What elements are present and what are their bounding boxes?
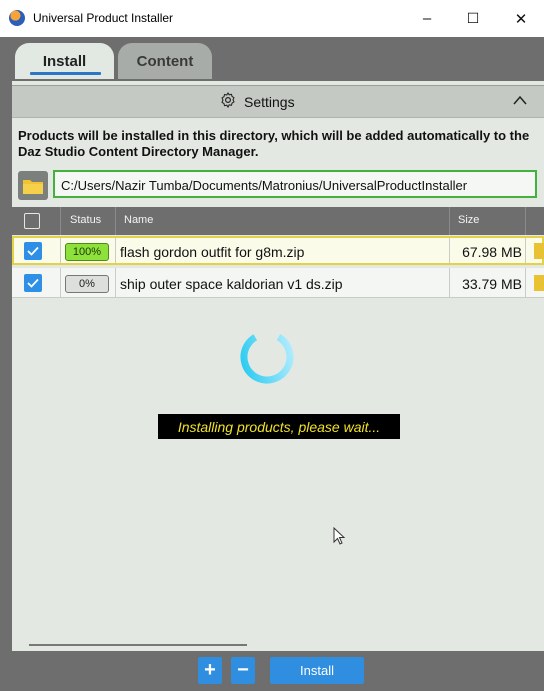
tab-content[interactable]: Content [118, 43, 212, 79]
row-checkbox[interactable] [24, 274, 42, 292]
column-header-size[interactable]: Size [458, 214, 479, 226]
mouse-cursor-icon [333, 527, 346, 545]
column-divider [525, 207, 526, 235]
install-path-field[interactable]: C:/Users/Nazir Tumba/Documents/Matronius… [53, 170, 537, 198]
row-filesize: 67.98 MB [462, 244, 522, 260]
add-product-button[interactable]: + [198, 657, 222, 684]
loading-spinner-icon [240, 330, 294, 384]
active-tab-indicator [30, 72, 101, 75]
settings-label: Settings [244, 94, 295, 110]
cell-divider [449, 238, 450, 263]
row-filename: flash gordon outfit for g8m.zip [120, 244, 305, 260]
row-checkbox[interactable] [24, 242, 42, 260]
remove-product-button[interactable]: − [231, 657, 255, 684]
cell-divider [60, 238, 61, 263]
folder-icon[interactable] [534, 275, 544, 291]
browse-folder-button[interactable] [18, 171, 48, 200]
checkmark-icon [27, 246, 39, 256]
folder-icon [23, 179, 43, 194]
column-header-status[interactable]: Status [70, 214, 101, 226]
cell-divider [525, 268, 526, 297]
gear-icon [221, 92, 235, 108]
cell-divider [525, 238, 526, 263]
cell-divider [60, 268, 61, 297]
app-logo-icon [9, 10, 25, 26]
cell-divider [115, 268, 116, 297]
horizontal-scrollbar[interactable] [29, 644, 247, 646]
install-button[interactable]: Install [270, 657, 364, 684]
install-directory-info: Products will be installed in this direc… [18, 128, 530, 159]
chevron-up-icon[interactable] [512, 93, 528, 107]
column-divider [449, 207, 450, 235]
column-header-name[interactable]: Name [124, 214, 153, 226]
column-divider [60, 207, 61, 235]
maximize-button[interactable]: ☐ [450, 0, 496, 37]
row-filename: ship outer space kaldorian v1 ds.zip [120, 276, 343, 292]
close-button[interactable]: ✕ [498, 0, 544, 37]
checkmark-icon [27, 278, 39, 288]
folder-icon[interactable] [534, 243, 544, 259]
cell-divider [115, 238, 116, 263]
progress-message: Installing products, please wait... [158, 414, 400, 439]
minimize-button[interactable]: – [404, 0, 450, 37]
status-badge: 100% [65, 243, 109, 261]
status-badge: 0% [65, 275, 109, 293]
row-filesize: 33.79 MB [462, 276, 522, 292]
cell-divider [449, 268, 450, 297]
select-all-checkbox[interactable] [24, 213, 40, 229]
window-title: Universal Product Installer [33, 11, 174, 25]
column-divider [115, 207, 116, 235]
